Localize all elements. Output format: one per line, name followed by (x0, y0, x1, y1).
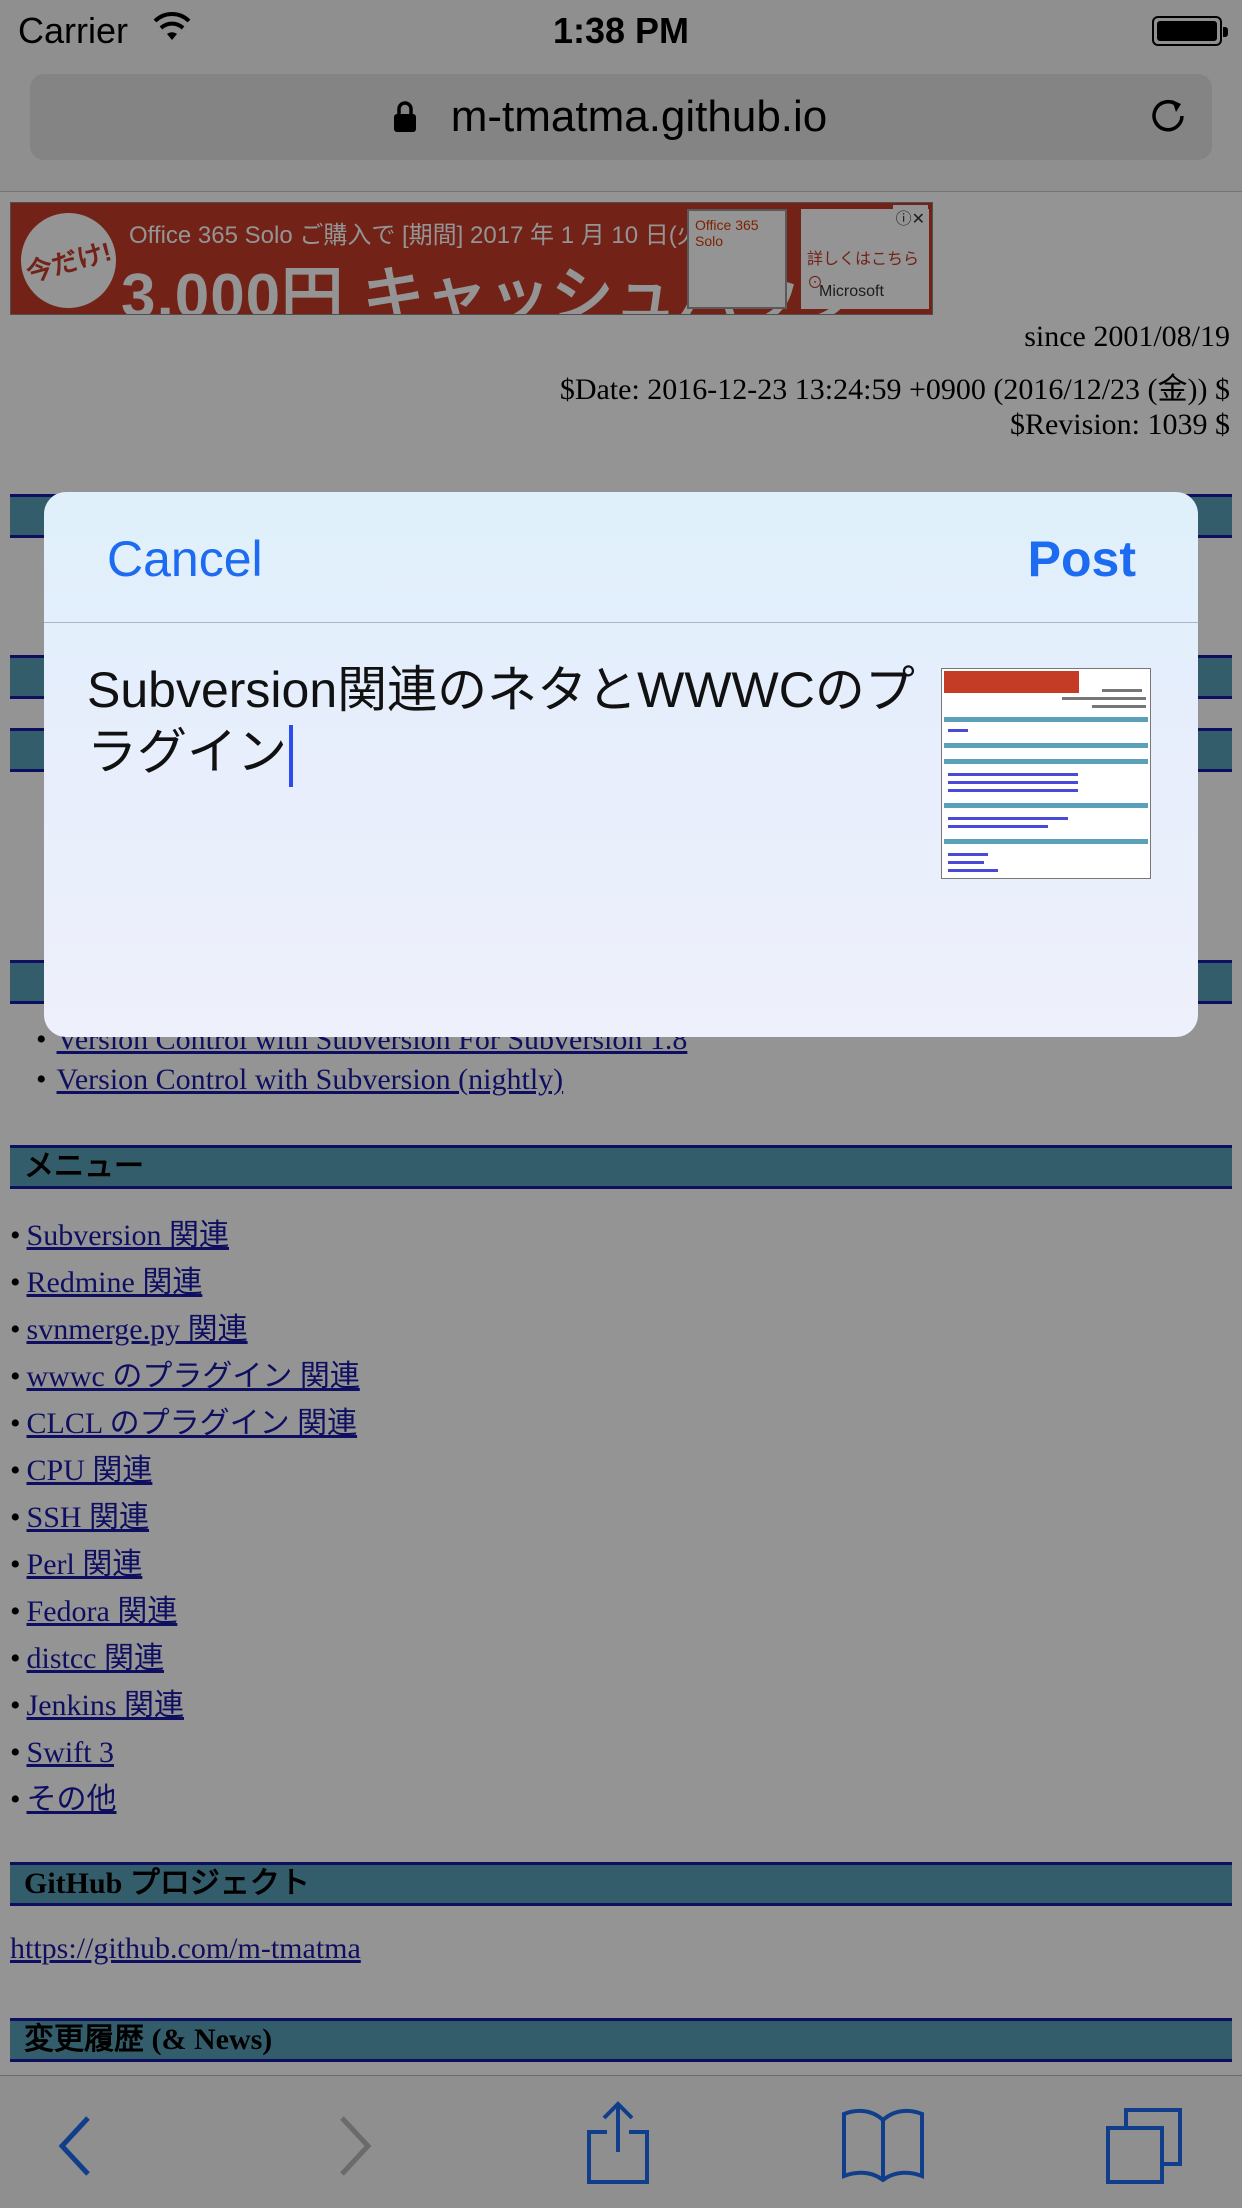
compose-text-field[interactable]: Subversion関連のネタとWWWCのプラグイン (87, 659, 937, 787)
post-button[interactable]: Post (1028, 530, 1136, 588)
cancel-button[interactable]: Cancel (107, 530, 263, 588)
text-caret (289, 724, 293, 787)
page-thumbnail (941, 668, 1151, 879)
compose-text: Subversion関連のネタとWWWCのプラグイン (87, 662, 915, 780)
sheet-header: Cancel Post (44, 492, 1198, 623)
share-compose-sheet: Cancel Post Subversion関連のネタとWWWCのプラグイン (44, 492, 1198, 1037)
modal-dim-overlay (0, 0, 1242, 2208)
